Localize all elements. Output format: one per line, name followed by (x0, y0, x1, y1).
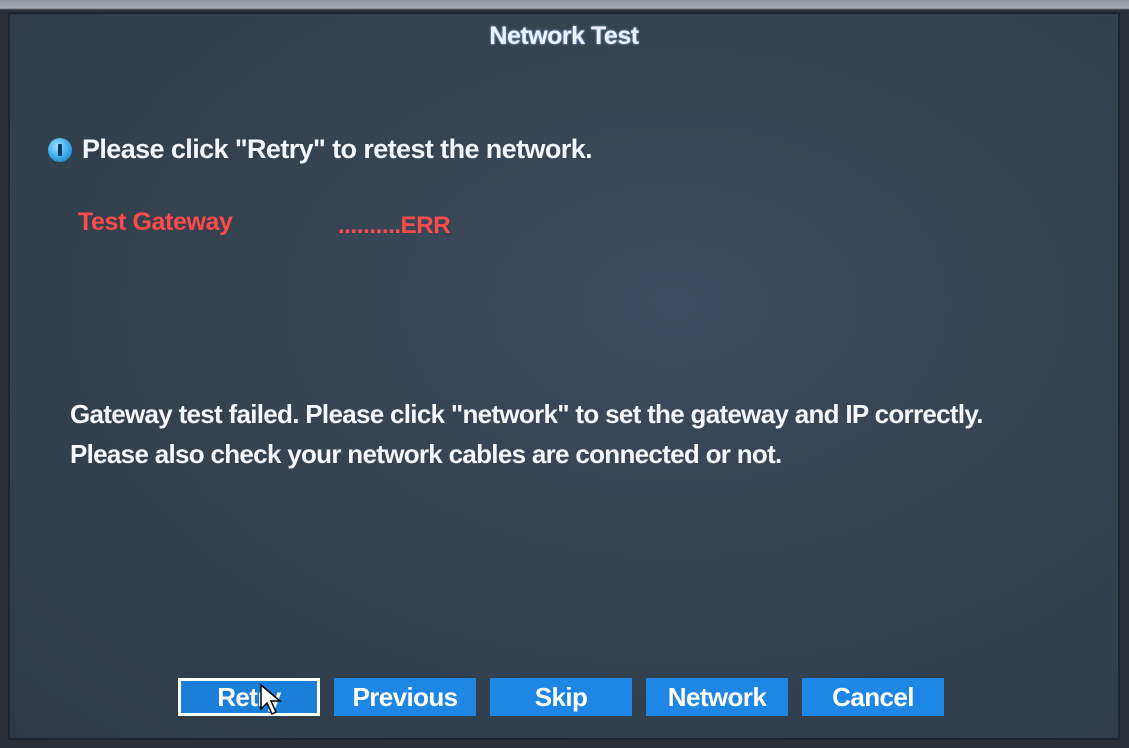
info-message: Please click "Retry" to retest the netwo… (82, 134, 593, 164)
mouse-cursor-icon (260, 683, 283, 716)
failure-message-line-1: Gateway test failed. Please click "netwo… (70, 399, 983, 429)
button-bar: Retry Previous Skip Network Cancel (178, 678, 944, 716)
test-gateway-label: Test Gateway (78, 208, 233, 236)
cancel-button-label: Cancel (832, 681, 914, 712)
network-test-dialog: Network Test Please click "Retry" to ret… (8, 12, 1120, 740)
network-button[interactable]: Network (646, 678, 788, 716)
skip-button-label: Skip (534, 681, 588, 712)
info-icon (48, 137, 72, 162)
network-button-label: Network (667, 681, 767, 712)
skip-button[interactable]: Skip (490, 678, 632, 716)
info-message-row: Please click "Retry" to retest the netwo… (48, 134, 593, 165)
failure-message: Gateway test failed. Please click "netwo… (70, 394, 1080, 474)
previous-button[interactable]: Previous (334, 678, 476, 716)
cancel-button[interactable]: Cancel (802, 678, 944, 716)
dialog-title: Network Test (489, 22, 639, 50)
retry-button[interactable]: Retry (178, 678, 320, 716)
failure-message-line-2: Please also check your network cables ar… (70, 439, 782, 469)
previous-button-label: Previous (352, 681, 458, 712)
test-gateway-result: ..........ERR (338, 212, 451, 239)
